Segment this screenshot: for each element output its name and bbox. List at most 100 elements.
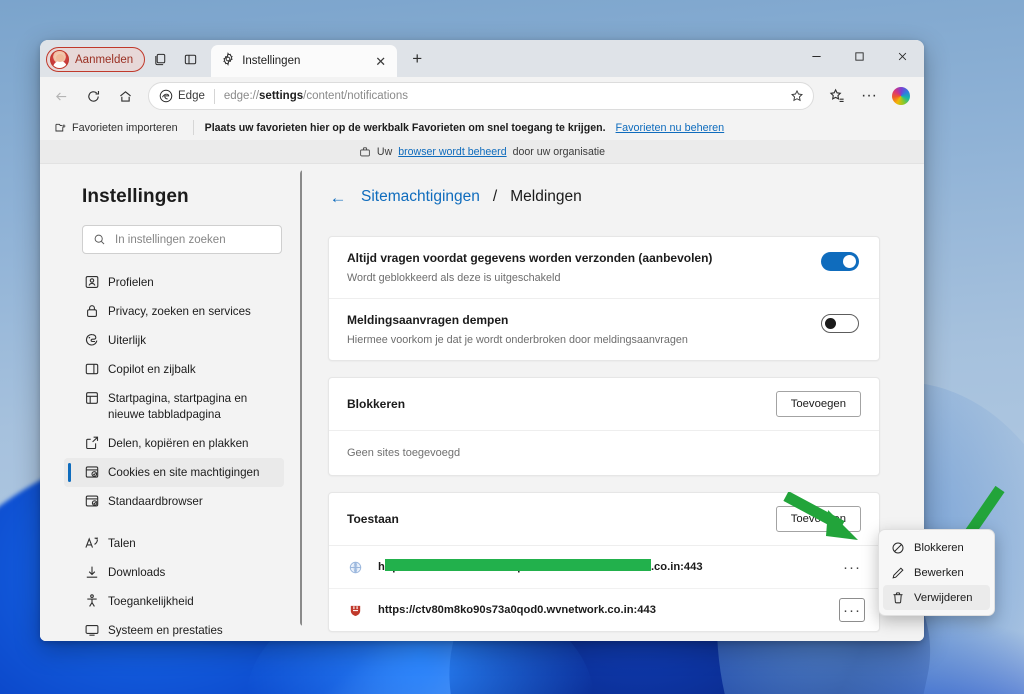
- managed-banner-link[interactable]: browser wordt beheerd: [398, 146, 506, 158]
- sidebar-scrollbar-thumb[interactable]: [300, 170, 302, 626]
- allow-section-header: Toestaan Toevoegen: [329, 493, 879, 546]
- sidebar-item-label: Delen, kopiëren en plakken: [108, 437, 249, 450]
- sign-in-label: Aanmelden: [75, 53, 134, 66]
- allowed-site-url: https://ctv80m8ko90s73a0qod0.wvnetwork.c…: [378, 604, 656, 616]
- home-page-icon: [83, 389, 100, 406]
- collections-icon[interactable]: [822, 81, 852, 111]
- site-more-options-icon[interactable]: ···: [839, 598, 865, 622]
- edge-badge-label: Edge: [178, 90, 205, 102]
- sidebar-item-talen[interactable]: Talen: [64, 529, 284, 558]
- tab-actions-icon[interactable]: [145, 45, 175, 73]
- context-menu-item-verwijderen[interactable]: Verwijderen: [883, 585, 990, 610]
- import-icon: [55, 123, 66, 132]
- sidebar-group-divider: [40, 516, 302, 529]
- toggle-quiet-requests[interactable]: [821, 314, 859, 333]
- context-menu-item-blokkeren[interactable]: Blokkeren: [883, 535, 990, 560]
- sign-in-button[interactable]: Aanmelden: [46, 47, 146, 72]
- minimize-button[interactable]: [795, 40, 838, 73]
- shield-icon: [347, 602, 364, 619]
- back-arrow-icon[interactable]: ←: [328, 189, 348, 206]
- share-icon: [83, 434, 100, 451]
- context-menu-item-label: Blokkeren: [914, 541, 964, 554]
- close-window-button[interactable]: [881, 40, 924, 73]
- block-section-empty-text: Geen sites toegevoegd: [347, 447, 461, 459]
- sidebar-item-label: Uiterlijk: [108, 334, 147, 347]
- favorites-hint: Plaats uw favorieten hier op de werkbalk…: [204, 121, 606, 134]
- lock-icon: [83, 302, 100, 319]
- sidebar-item-uiterlijk[interactable]: Uiterlijk: [64, 326, 284, 355]
- context-menu-item-label: Bewerken: [914, 566, 964, 579]
- cookies-icon: [83, 463, 100, 480]
- tab-title: Instellingen: [242, 55, 301, 67]
- gear-icon: [221, 51, 235, 71]
- setting-subtitle: Wordt geblokkeerd als deze is uitgeschak…: [347, 272, 561, 284]
- sidebar-item-label: Talen: [108, 537, 136, 550]
- sidebar-item-label: Profielen: [108, 276, 154, 289]
- sidebar-item-label: Toegankelijkheid: [108, 595, 194, 608]
- back-icon[interactable]: [46, 81, 76, 111]
- tab-strip: Aanmelden Instellingen ✕ +: [40, 40, 924, 77]
- green-highlight-bar: [385, 559, 651, 571]
- sidebar-item-label: Standaardbrowser: [108, 495, 203, 508]
- sidebar-item-systeem[interactable]: Systeem en prestaties: [64, 616, 284, 641]
- briefcase-icon: [360, 146, 370, 156]
- context-menu-item-label: Verwijderen: [914, 591, 973, 604]
- sidebar-item-label: Cookies en site machtigingen: [108, 466, 260, 479]
- omnibox-divider: [213, 88, 215, 104]
- sidebar-item-standaardbrowser[interactable]: Standaardbrowser: [64, 487, 284, 516]
- managed-banner-suffix: door uw organisatie: [512, 145, 606, 158]
- sidebar-item-downloads[interactable]: Downloads: [64, 558, 284, 587]
- address-bar-url: edge://settings/content/notifications: [223, 90, 408, 102]
- close-icon[interactable]: ✕: [372, 53, 389, 70]
- site-context-menu: Blokkeren Bewerken Verwijderen: [878, 529, 995, 616]
- vertical-tabs-icon[interactable]: [175, 45, 205, 73]
- setting-title: Altijd vragen voordat gegevens worden ve…: [347, 251, 713, 265]
- breadcrumb-current: Meldingen: [510, 188, 582, 205]
- avatar: [50, 50, 69, 69]
- notification-settings-card: Altijd vragen voordat gegevens worden ve…: [328, 236, 880, 361]
- sidebar-item-label: Downloads: [108, 566, 166, 579]
- pencil-icon: [890, 565, 905, 580]
- home-icon[interactable]: [110, 81, 140, 111]
- maximize-button[interactable]: [838, 40, 881, 73]
- new-tab-button[interactable]: +: [403, 45, 431, 73]
- sidebar-item-startpagina[interactable]: Startpagina, startpagina en nieuwe tabbl…: [64, 384, 284, 429]
- download-icon: [83, 563, 100, 580]
- favorites-bar: Favorieten importeren Plaats uw favoriet…: [40, 115, 924, 140]
- managed-banner-prefix: Uw: [376, 145, 393, 158]
- import-favorites-button[interactable]: Favorieten importeren: [50, 119, 182, 136]
- add-block-site-button[interactable]: Toevoegen: [775, 391, 861, 417]
- setting-subtitle: Hiermee voorkom je dat je wordt onderbro…: [347, 334, 688, 346]
- add-allow-site-button[interactable]: Toevoegen: [775, 506, 861, 532]
- context-menu-item-bewerken[interactable]: Bewerken: [883, 560, 990, 585]
- search-placeholder: In instellingen zoeken: [115, 233, 226, 246]
- sidebar-item-copilot[interactable]: Copilot en zijbalk: [64, 355, 284, 384]
- refresh-icon[interactable]: [78, 81, 108, 111]
- manage-favorites-link[interactable]: Favorieten nu beheren: [616, 122, 725, 134]
- sidebar-item-toegankelijkheid[interactable]: Toegankelijkheid: [64, 587, 284, 616]
- browser-window: Aanmelden Instellingen ✕ + Edge edge://s…: [40, 40, 924, 641]
- appearance-icon: [83, 331, 100, 348]
- sidebar-icon: [83, 360, 100, 377]
- search-icon: [94, 234, 105, 245]
- breadcrumb-parent-link[interactable]: Sitemachtigingen: [361, 188, 480, 206]
- copilot-icon[interactable]: [886, 81, 916, 111]
- search-input[interactable]: In instellingen zoeken: [82, 225, 282, 254]
- site-more-options-icon[interactable]: ···: [839, 555, 865, 579]
- block-section-header: Blokkeren Toevoegen: [329, 378, 879, 431]
- breadcrumb-separator: /: [492, 188, 498, 205]
- profile-icon: [83, 273, 100, 290]
- browser-tab-settings[interactable]: Instellingen ✕: [211, 45, 398, 77]
- block-icon: [890, 540, 905, 555]
- sidebar-item-profielen[interactable]: Profielen: [64, 268, 284, 297]
- browser-more-icon[interactable]: ···: [854, 81, 884, 111]
- sidebar-item-label: Systeem en prestaties: [108, 624, 223, 637]
- address-bar[interactable]: Edge edge://settings/content/notificatio…: [148, 82, 814, 110]
- sidebar-item-privacy[interactable]: Privacy, zoeken en services: [64, 297, 284, 326]
- sidebar-item-cookies-en-site-machtigingen[interactable]: Cookies en site machtigingen: [64, 458, 284, 487]
- setting-title: Meldingsaanvragen dempen: [347, 313, 509, 327]
- toggle-always-ask[interactable]: [821, 252, 859, 271]
- add-favorite-icon[interactable]: [785, 84, 809, 108]
- sidebar-item-delen[interactable]: Delen, kopiëren en plakken: [64, 429, 284, 458]
- accessibility-icon: [83, 592, 100, 609]
